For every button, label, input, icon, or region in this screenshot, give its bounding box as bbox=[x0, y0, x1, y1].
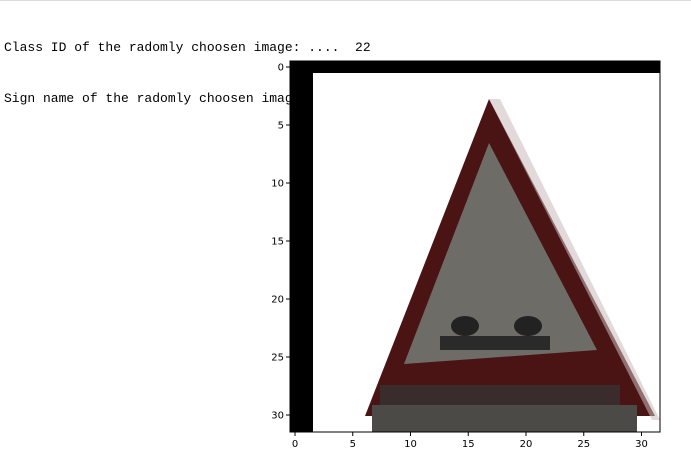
y-tick-label: 30 bbox=[271, 411, 284, 422]
y-tick-label: 25 bbox=[271, 353, 284, 364]
bump-symbol-left bbox=[451, 316, 479, 336]
x-tick-label: 10 bbox=[404, 439, 417, 450]
y-tick-label: 5 bbox=[278, 121, 284, 132]
y-tick-label: 10 bbox=[271, 179, 284, 190]
bump-symbol-right bbox=[514, 316, 542, 336]
black-border-top bbox=[290, 61, 660, 73]
plotted-image bbox=[289, 60, 661, 433]
y-tick-label: 0 bbox=[278, 63, 284, 74]
sign-bottom-shadow bbox=[372, 405, 637, 432]
y-tick-label: 15 bbox=[271, 237, 284, 248]
x-tick-label: 25 bbox=[577, 439, 590, 450]
sign-lower-band bbox=[380, 385, 620, 405]
bump-symbol-base bbox=[440, 336, 550, 350]
x-tick-label: 20 bbox=[520, 439, 533, 450]
x-tick-label: 5 bbox=[350, 439, 356, 450]
x-tick-label: 0 bbox=[292, 439, 298, 450]
x-tick-label: 30 bbox=[635, 439, 648, 450]
x-tick-label: 15 bbox=[462, 439, 475, 450]
y-tick-label: 20 bbox=[271, 295, 284, 306]
image-plot: 0 5 10 15 20 25 30 0 5 10 15 20 25 30 bbox=[271, 60, 661, 450]
black-border-left bbox=[290, 61, 313, 432]
